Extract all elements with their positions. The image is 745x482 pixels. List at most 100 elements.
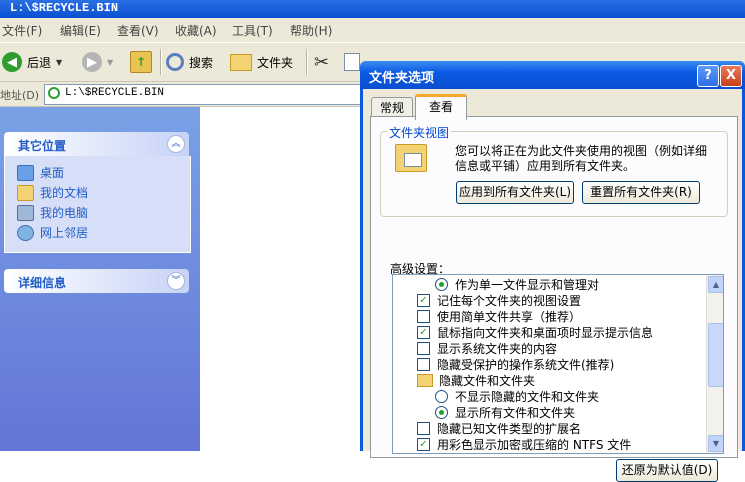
advanced-setting-label: 记住每个文件夹的视图设置 [437,293,582,308]
folder-views-description: 您可以将正在为此文件夹使用的视图（例如详细信息或平铺）应用到所有文件夹。 [455,144,708,173]
folder-views-group: 文件夹视图 您可以将正在为此文件夹使用的视图（例如详细信息或平铺）应用到所有文件… [380,124,728,217]
advanced-setting-label: 隐藏受保护的操作系统文件(推荐) [437,357,615,372]
reset-all-folders-button[interactable]: 重置所有文件夹(R) [582,181,700,204]
advanced-setting-item[interactable]: 隐藏已知文件类型的扩展名 [417,420,581,436]
forward-arrow-icon: ▶ [82,52,102,72]
place-label: 我的电脑 [40,206,89,220]
separator [160,49,162,75]
folder-icon [417,373,433,387]
menu-favorites[interactable]: 收藏(A) [175,22,217,39]
place-network[interactable]: 网上邻居 [17,224,88,241]
scroll-down-icon[interactable]: ▼ [708,435,723,452]
menu-help[interactable]: 帮助(H) [290,22,332,39]
details-header[interactable]: 详细信息 ︾ [4,269,189,293]
folder-up-icon: ↑ [130,51,152,73]
desktop-icon [17,164,34,181]
address-value: L:\$RECYCLE.BIN [65,87,165,99]
move-to-button[interactable]: ✂ [314,50,329,74]
address-label: 地址(D) [0,89,40,102]
radio-selected-icon[interactable] [435,405,448,419]
checkbox-unchecked-icon[interactable] [417,357,430,371]
radio-unselected-icon[interactable] [435,389,448,403]
other-places-panel: 桌面 我的文档 我的电脑 网上邻居 [4,156,191,253]
checkbox-checked-icon[interactable]: ✓ [417,325,430,339]
advanced-setting-item[interactable]: ✓ 用彩色显示加密或压缩的 NTFS 文件 [417,436,631,452]
search-label: 搜索 [189,55,214,70]
explorer-title-bar: L:\$RECYCLE.BIN [0,0,745,18]
checkbox-checked-icon[interactable]: ✓ [417,293,430,307]
advanced-settings-list[interactable]: 作为单一文件显示和管理对 ✓ 记住每个文件夹的视图设置 使用简单文件共享（推荐） ✓ 鼠标… [392,274,724,454]
recycle-icon [48,87,60,99]
advanced-setting-item[interactable]: 隐藏文件和文件夹 [417,372,535,388]
folder-options-dialog: 文件夹选项 ? X 常规 查看 文件夹视图 您可以将正在为此文件夹使用的视图（例… [360,61,745,482]
advanced-setting-item[interactable]: 显示系统文件夹的内容 [417,340,557,356]
advanced-setting-label: 不显示隐藏的文件和文件夹 [455,389,600,404]
advanced-setting-item[interactable]: 隐藏受保护的操作系统文件(推荐) [417,356,614,372]
place-desktop[interactable]: 桌面 [17,164,64,181]
back-label: 后退 [27,55,52,70]
apply-to-all-folders-button[interactable]: 应用到所有文件夹(L) [456,181,574,204]
checkbox-unchecked-icon[interactable] [417,421,430,435]
advanced-setting-item[interactable]: ✓ 记住每个文件夹的视图设置 [417,292,581,308]
radio-selected-icon[interactable] [435,277,448,291]
up-button[interactable]: ↑ [130,50,152,74]
tab-general[interactable]: 常规 [371,97,413,118]
computer-icon [17,204,34,221]
menu-tools[interactable]: 工具(T) [232,22,273,39]
advanced-setting-item[interactable]: 作为单一文件显示和管理对 [435,276,599,292]
advanced-setting-item[interactable]: 显示所有文件和文件夹 [435,404,575,420]
menu-file[interactable]: 文件(F) [2,22,42,39]
place-label: 网上邻居 [40,226,89,240]
menu-view[interactable]: 查看(V) [117,22,159,39]
details-title: 详细信息 [18,276,67,290]
vertical-scrollbar[interactable]: ▲ ▼ [706,275,723,453]
place-label: 我的文档 [40,186,89,200]
checkbox-unchecked-icon[interactable] [417,341,430,355]
place-my-documents[interactable]: 我的文档 [17,184,88,201]
close-button[interactable]: X [720,65,742,87]
search-icon [166,53,184,71]
advanced-setting-label: 隐藏文件和文件夹 [439,373,536,388]
other-places-header[interactable]: 其它位置 ︽ [4,132,189,156]
search-button[interactable]: 搜索 [166,50,213,74]
view-tab-page: 文件夹视图 您可以将正在为此文件夹使用的视图（例如详细信息或平铺）应用到所有文件… [370,116,738,482]
dialog-body: 常规 查看 文件夹视图 您可以将正在为此文件夹使用的视图（例如详细信息或平铺）应… [363,89,742,482]
advanced-setting-item[interactable]: 使用简单文件共享（推荐） [417,308,581,324]
copy-icon [344,53,360,71]
dropdown-arrow-icon: ▼ [56,57,63,67]
back-button[interactable]: ◀ 后退 ▼ [2,50,62,74]
dialog-title: 文件夹选项 [369,71,435,86]
advanced-setting-item[interactable]: 不显示隐藏的文件和文件夹 [435,388,599,404]
collapse-chevron-icon[interactable]: ︽ [167,135,185,153]
advanced-setting-label: 隐藏已知文件类型的扩展名 [437,421,582,436]
copy-to-button[interactable] [344,50,360,74]
dialog-title-bar[interactable]: 文件夹选项 ? X [360,61,745,89]
menu-edit[interactable]: 编辑(E) [60,22,101,39]
task-pane: 其它位置 ︽ 桌面 我的文档 我的电脑 网上邻居 详细信息 ︾ [0,107,200,451]
advanced-setting-label: 鼠标指向文件夹和桌面项时显示提示信息 [437,325,654,340]
advanced-setting-label: 显示所有文件和文件夹 [455,405,576,420]
advanced-setting-label: 用彩色显示加密或压缩的 NTFS 文件 [437,437,632,452]
help-button[interactable]: ? [697,65,719,87]
menu-bar: 文件(F) 编辑(E) 查看(V) 收藏(A) 工具(T) 帮助(H) [0,18,745,43]
restore-defaults-button[interactable]: 还原为默认值(D) [616,459,718,482]
place-label: 桌面 [40,166,65,180]
folder-views-label: 文件夹视图 [387,124,452,141]
scroll-up-icon[interactable]: ▲ [708,276,723,293]
other-places-title: 其它位置 [18,139,67,153]
advanced-setting-item[interactable]: ✓ 鼠标指向文件夹和桌面项时显示提示信息 [417,324,653,340]
address-field[interactable]: L:\$RECYCLE.BIN [44,84,362,105]
advanced-setting-label: 使用简单文件共享（推荐） [437,309,582,324]
folder-views-icon [395,144,427,172]
forward-button[interactable]: ▶ ▼ [82,50,113,74]
scroll-thumb[interactable] [708,323,723,387]
folders-button[interactable]: 文件夹 [230,50,293,74]
checkbox-unchecked-icon[interactable] [417,309,430,323]
place-my-computer[interactable]: 我的电脑 [17,204,88,221]
expand-chevron-icon[interactable]: ︾ [167,272,185,290]
window-title: L:\$RECYCLE.BIN [10,1,119,15]
checkbox-checked-icon[interactable]: ✓ [417,437,430,451]
file-list-area[interactable] [200,107,360,451]
network-icon [17,224,34,241]
tab-view[interactable]: 查看 [415,94,467,120]
